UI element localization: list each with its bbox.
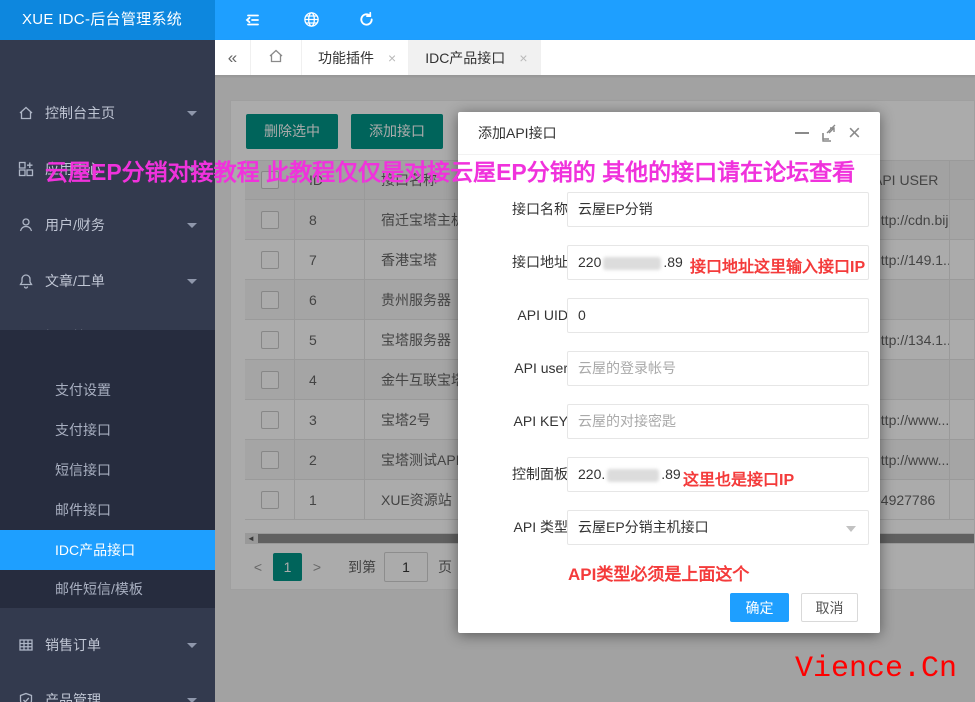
- api-key-input[interactable]: 云屋的对接密匙: [567, 404, 869, 439]
- maximize-icon[interactable]: [821, 125, 837, 141]
- api-type-select[interactable]: 云屋EP分销主机接口: [567, 510, 869, 545]
- tab-plugin[interactable]: 功能插件 ×: [302, 40, 409, 75]
- globe-icon[interactable]: [303, 11, 321, 29]
- field-api-name: 接口名称 云屋EP分销: [458, 192, 880, 227]
- close-icon[interactable]: ×: [519, 50, 527, 66]
- chevron-down-icon: [187, 643, 197, 648]
- refresh-icon[interactable]: [358, 11, 376, 29]
- field-api-uid: API UID 0: [458, 298, 880, 333]
- api-submenu: 支付设置 支付接口 短信接口 邮件接口 IDC产品接口 邮件短信/模板: [0, 330, 215, 608]
- sidebar-item-sms-api[interactable]: 短信接口: [0, 450, 215, 490]
- sidebar-item-mail-api[interactable]: 邮件接口: [0, 490, 215, 530]
- home-icon: [268, 48, 284, 67]
- apps-icon: [18, 161, 34, 177]
- top-bar: XUE IDC-后台管理系统: [0, 0, 975, 40]
- collapse-menu-icon[interactable]: [244, 11, 262, 29]
- sidebar-item-pay-api[interactable]: 支付接口: [0, 410, 215, 450]
- home-icon: [18, 105, 34, 121]
- sidebar-item-console[interactable]: 控制台主页: [0, 85, 215, 141]
- tab-label: 功能插件: [318, 48, 374, 68]
- app-brand: XUE IDC-后台管理系统: [0, 0, 215, 40]
- tab-bar: « 功能插件 × IDC产品接口 ×: [215, 40, 975, 76]
- app-screen: XUE IDC-后台管理系统 « 功能插件: [0, 0, 975, 702]
- add-api-modal: 添加API接口 × 接口名称 云屋EP分销 接口地址 220.89 API UI…: [458, 112, 880, 633]
- api-uid-input[interactable]: 0: [567, 298, 869, 333]
- chevron-down-icon: [187, 111, 197, 116]
- redacted-ip-blur: [603, 257, 661, 270]
- sidebar-item-idc-api[interactable]: IDC产品接口: [0, 530, 215, 570]
- field-api-address: 接口地址 220.89: [458, 245, 880, 280]
- sidebar-item-pay-settings[interactable]: 支付设置: [0, 370, 215, 410]
- user-icon: [18, 217, 34, 233]
- chevron-down-icon: [846, 526, 856, 532]
- sidebar-item-users[interactable]: 用户/财务: [0, 197, 215, 253]
- api-name-input[interactable]: 云屋EP分销: [567, 192, 869, 227]
- tab-home[interactable]: [251, 40, 302, 75]
- field-api-type: API 类型 云屋EP分销主机接口: [458, 510, 880, 545]
- sidebar-item-mail-sms-template[interactable]: 邮件短信/模板: [0, 569, 215, 609]
- chevron-down-icon: [187, 223, 197, 228]
- shield-icon: [18, 692, 34, 702]
- confirm-button[interactable]: 确定: [730, 593, 789, 622]
- chevron-down-icon: [187, 698, 197, 702]
- sidebar: 控制台主页 应用中心 用户/财务 文章/工单: [0, 40, 215, 702]
- tab-label: IDC产品接口: [425, 48, 505, 68]
- field-api-user: API user 云屋的登录帐号: [458, 351, 880, 386]
- modal-header[interactable]: 添加API接口 ×: [458, 112, 880, 155]
- sidebar-item-apps[interactable]: 应用中心: [0, 141, 215, 197]
- redacted-ip-blur: [607, 469, 659, 482]
- field-api-key: API KEY 云屋的对接密匙: [458, 404, 880, 439]
- sidebar-item-products[interactable]: 产品管理: [0, 672, 215, 702]
- tab-idc-api[interactable]: IDC产品接口 ×: [409, 40, 540, 75]
- sidebar-item-sales-orders[interactable]: 销售订单: [0, 617, 215, 673]
- api-user-input[interactable]: 云屋的登录帐号: [567, 351, 869, 386]
- chevron-down-icon: [187, 167, 197, 172]
- field-control-panel: 控制面板 220..89: [458, 457, 880, 492]
- sidebar-item-articles[interactable]: 文章/工单: [0, 253, 215, 309]
- chevron-down-icon: [187, 279, 197, 284]
- close-icon[interactable]: ×: [848, 120, 861, 146]
- modal-title: 添加API接口: [478, 112, 557, 155]
- api-address-input[interactable]: 220.89: [567, 245, 869, 280]
- control-panel-input[interactable]: 220..89: [567, 457, 869, 492]
- cancel-button[interactable]: 取消: [801, 593, 858, 622]
- tabs-collapse-button[interactable]: «: [215, 40, 251, 75]
- table-icon: [18, 637, 34, 653]
- bell-icon: [18, 273, 34, 289]
- close-icon[interactable]: ×: [388, 50, 396, 66]
- minimize-icon[interactable]: [795, 132, 809, 134]
